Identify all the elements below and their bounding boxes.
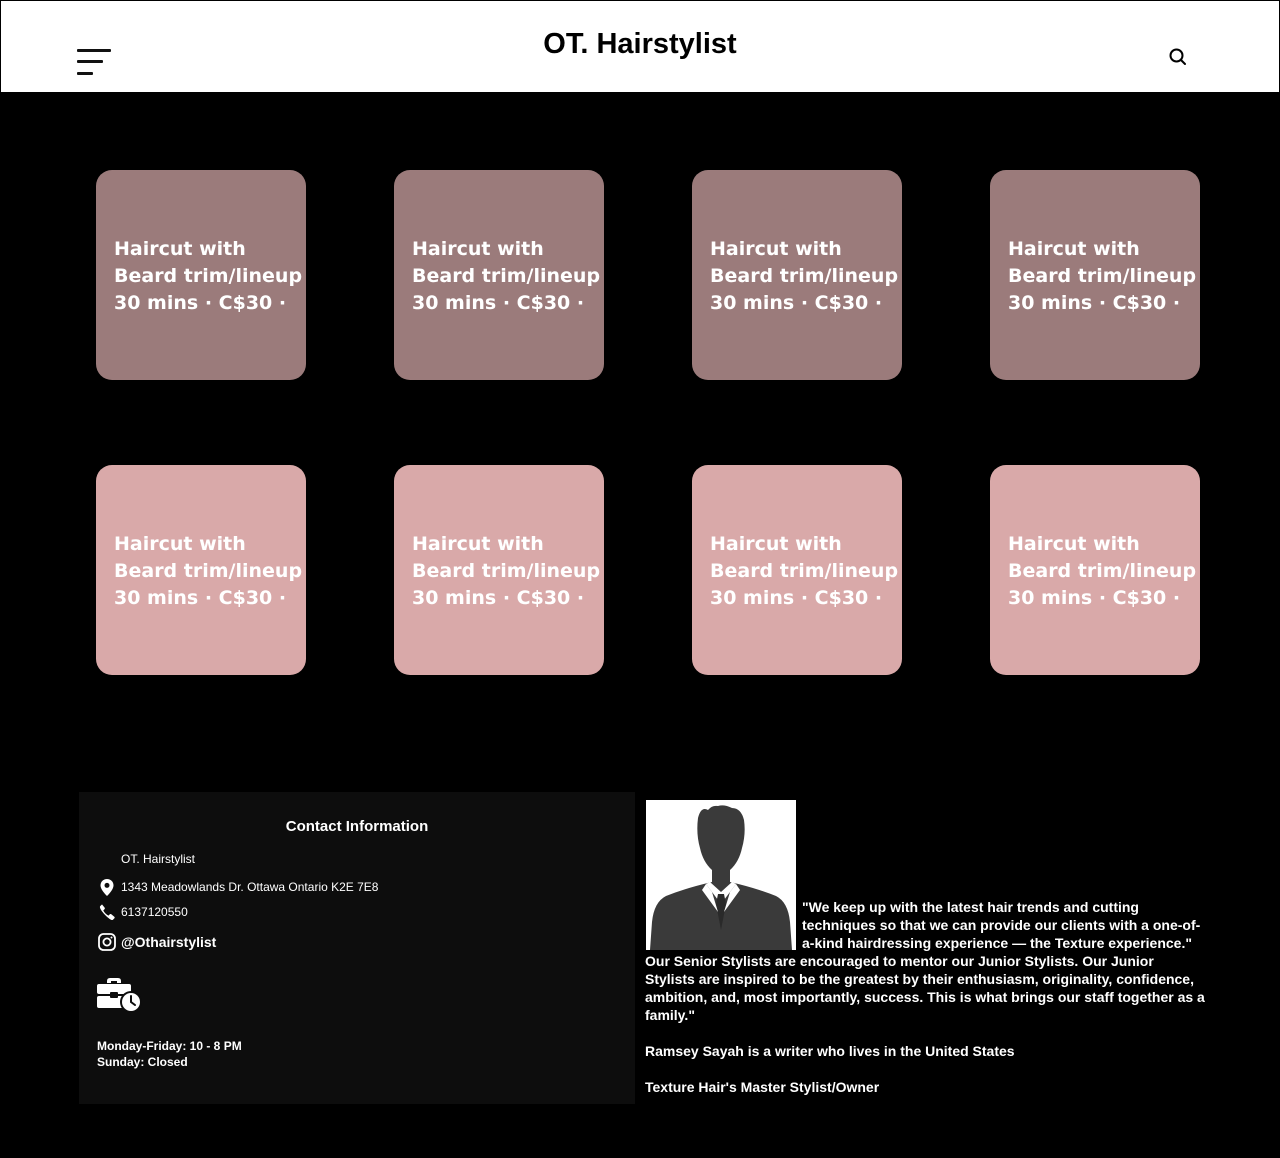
service-duration-price: 30 mins · C$30 · <box>412 292 585 314</box>
service-name: Haircut with <box>710 238 842 260</box>
business-name: OT. Hairstylist <box>121 852 196 866</box>
contact-panel: Contact Information OT. Hairstylist 1343… <box>79 792 635 1104</box>
business-hours: Monday-Friday: 10 - 8 PM Sunday: Closed <box>97 1038 242 1070</box>
instagram-row[interactable]: @Othairstylist <box>97 933 216 951</box>
contact-title: Contact Information <box>285 818 429 835</box>
service-card[interactable]: Haircut with Beard trim/lineup 30 mins ·… <box>990 170 1200 380</box>
service-name-detail: Beard trim/lineup <box>412 265 601 287</box>
about-paragraph: Our Senior Stylists are encouraged to me… <box>645 953 1205 1023</box>
service-card[interactable]: Haircut with Beard trim/lineup 30 mins ·… <box>96 465 306 675</box>
hours-weekday: Monday-Friday: 10 - 8 PM <box>97 1039 242 1053</box>
service-duration-price: 30 mins · C$30 · <box>1008 587 1181 609</box>
role-line: Texture Hair's Master Stylist/Owner <box>645 1079 880 1095</box>
service-name: Haircut with <box>114 533 246 555</box>
service-name-detail: Beard trim/lineup <box>412 560 601 582</box>
service-duration-price: 30 mins · C$30 · <box>710 587 883 609</box>
service-name-detail: Beard trim/lineup <box>114 560 303 582</box>
service-name-detail: Beard trim/lineup <box>710 560 899 582</box>
service-name: Haircut with <box>1008 533 1140 555</box>
phone-row: 6137120550 <box>97 903 188 921</box>
hours-sunday: Sunday: Closed <box>97 1055 188 1069</box>
site-title[interactable]: OT. Hairstylist <box>1 28 1279 61</box>
search-icon[interactable] <box>1167 46 1189 68</box>
service-name: Haircut with <box>114 238 246 260</box>
service-card[interactable]: Haircut with Beard trim/lineup 30 mins ·… <box>692 465 902 675</box>
service-name-detail: Beard trim/lineup <box>710 265 899 287</box>
instagram-icon <box>97 933 117 951</box>
site-header: OT. Hairstylist <box>0 0 1280 93</box>
phone-number[interactable]: 6137120550 <box>121 905 188 919</box>
service-duration-price: 30 mins · C$30 · <box>1008 292 1181 314</box>
author-line: Ramsey Sayah is a writer who lives in th… <box>645 1043 1015 1059</box>
service-card[interactable]: Haircut with Beard trim/lineup 30 mins ·… <box>96 170 306 380</box>
phone-icon <box>97 903 117 921</box>
service-name-detail: Beard trim/lineup <box>1008 560 1197 582</box>
testimonial-quote: "We keep up with the latest hair trends … <box>802 899 1201 951</box>
briefcase-clock-icon <box>97 978 142 1013</box>
service-card[interactable]: Haircut with Beard trim/lineup 30 mins ·… <box>692 170 902 380</box>
service-duration-price: 30 mins · C$30 · <box>710 292 883 314</box>
service-name-detail: Beard trim/lineup <box>1008 265 1197 287</box>
service-card[interactable]: Haircut with Beard trim/lineup 30 mins ·… <box>990 465 1200 675</box>
service-duration-price: 30 mins · C$30 · <box>114 587 287 609</box>
address-text: 1343 Meadowlands Dr. Ottawa Ontario K2E … <box>121 880 379 894</box>
service-card[interactable]: Haircut with Beard trim/lineup 30 mins ·… <box>394 170 604 380</box>
map-pin-icon <box>97 878 117 896</box>
address-row: 1343 Meadowlands Dr. Ottawa Ontario K2E … <box>97 878 378 896</box>
service-duration-price: 30 mins · C$30 · <box>412 587 585 609</box>
service-name: Haircut with <box>412 238 544 260</box>
service-duration-price: 30 mins · C$30 · <box>114 292 287 314</box>
service-name-detail: Beard trim/lineup <box>114 265 303 287</box>
person-silhouette-icon <box>646 800 796 950</box>
instagram-handle[interactable]: @Othairstylist <box>121 934 216 950</box>
service-name: Haircut with <box>412 533 544 555</box>
service-name: Haircut with <box>710 533 842 555</box>
about-text: Our Senior Stylists are encouraged to me… <box>645 952 1205 1096</box>
service-card[interactable]: Haircut with Beard trim/lineup 30 mins ·… <box>394 465 604 675</box>
service-name: Haircut with <box>1008 238 1140 260</box>
